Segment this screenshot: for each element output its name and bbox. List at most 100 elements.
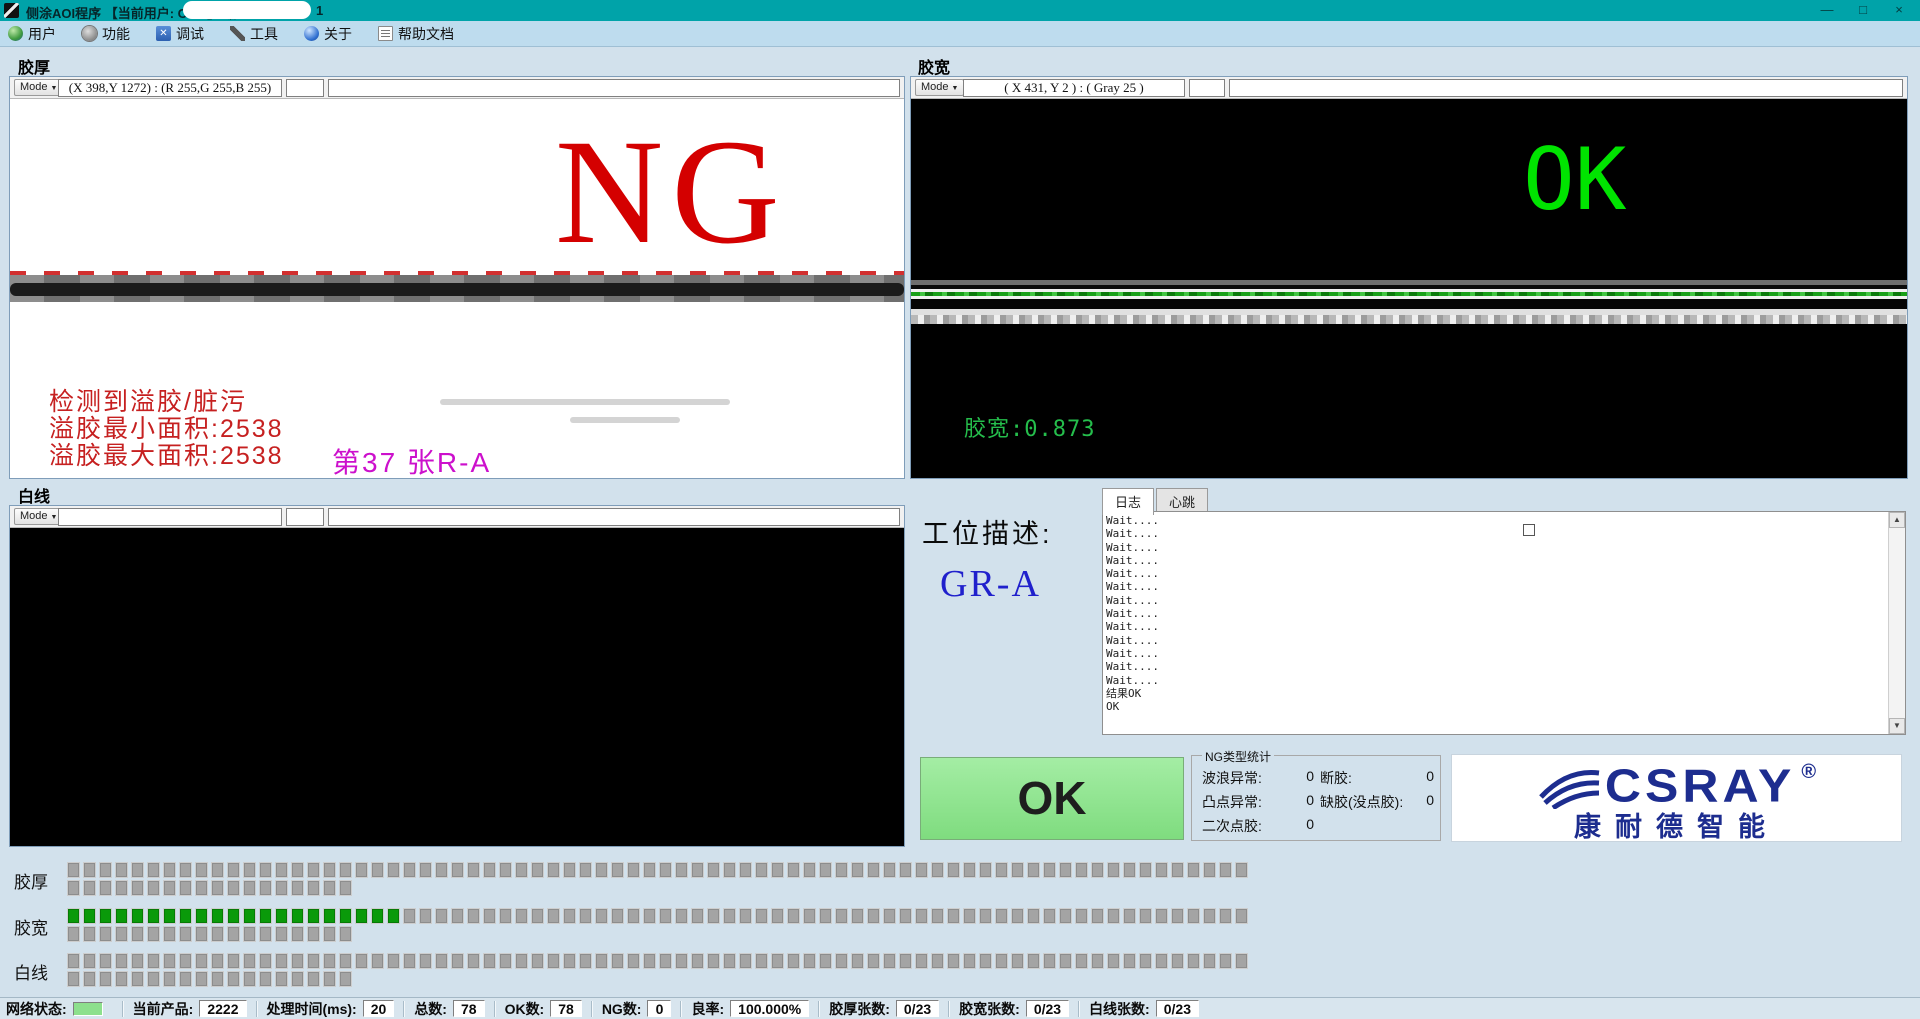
progress-cell bbox=[83, 953, 96, 969]
progress-cell bbox=[835, 862, 848, 878]
progress-cell bbox=[899, 908, 912, 924]
progress-cell bbox=[227, 971, 240, 987]
close-button[interactable]: × bbox=[1882, 0, 1916, 21]
menu-item-about[interactable]: 关于 bbox=[304, 24, 352, 44]
progress-cell bbox=[147, 926, 160, 942]
progress-cell bbox=[195, 908, 208, 924]
ng-stat-row: 缺胶(没点胶):0 bbox=[1320, 792, 1434, 812]
ng-stat-value: 0 bbox=[1426, 768, 1434, 788]
progress-cell bbox=[1091, 862, 1104, 878]
menu-item-user[interactable]: 用户 bbox=[8, 24, 56, 44]
progress-cell bbox=[83, 880, 96, 896]
progress-cell bbox=[1091, 953, 1104, 969]
detect-text-line: 溢胶最小面积:2538 bbox=[49, 416, 284, 443]
registered-trademark-icon: ® bbox=[1801, 761, 1816, 784]
log-entry: Wait.... bbox=[1106, 634, 1885, 647]
progress-cell bbox=[1107, 908, 1120, 924]
log-scrollbar[interactable]: ▲ ▼ bbox=[1888, 512, 1905, 734]
progress-cell bbox=[1171, 862, 1184, 878]
progress-cell bbox=[243, 908, 256, 924]
progress-cell bbox=[419, 862, 432, 878]
station-description-value: GR-A bbox=[940, 562, 1041, 606]
progress-cell bbox=[867, 953, 880, 969]
progress-cell bbox=[163, 880, 176, 896]
progress-cell bbox=[1043, 953, 1056, 969]
progress-cell bbox=[83, 926, 96, 942]
progress-cell bbox=[739, 908, 752, 924]
progress-cell bbox=[195, 862, 208, 878]
progress-cell bbox=[387, 953, 400, 969]
menu-items: 用户 功能 调试 工具 关于 帮助文档 bbox=[8, 24, 454, 44]
progress-cell bbox=[915, 908, 928, 924]
progress-cell bbox=[323, 971, 336, 987]
progress-cell bbox=[339, 953, 352, 969]
progress-cell bbox=[947, 953, 960, 969]
progress-group-label-jiaokuan: 胶宽 bbox=[14, 914, 48, 939]
log-entry: OK bbox=[1106, 700, 1885, 713]
minimize-button[interactable]: — bbox=[1810, 0, 1844, 21]
progress-cell bbox=[275, 908, 288, 924]
progress-cell bbox=[403, 908, 416, 924]
window-title-tail: 1 bbox=[316, 3, 323, 18]
mode-dropdown[interactable]: Mode▼ bbox=[14, 508, 63, 525]
menu-item-label: 帮助文档 bbox=[398, 24, 454, 44]
network-status-label: 网络状态: bbox=[6, 999, 67, 1019]
progress-cell bbox=[403, 953, 416, 969]
progress-cell bbox=[435, 953, 448, 969]
progress-cell bbox=[851, 908, 864, 924]
progress-cell bbox=[99, 862, 112, 878]
progress-cell bbox=[563, 862, 576, 878]
progress-cell bbox=[99, 908, 112, 924]
progress-cell bbox=[275, 926, 288, 942]
progress-cell bbox=[211, 908, 224, 924]
progress-cell bbox=[1187, 862, 1200, 878]
scroll-up-icon[interactable]: ▲ bbox=[1889, 512, 1905, 528]
status-field-label: OK数: bbox=[505, 999, 545, 1019]
result-ok-button[interactable]: OK bbox=[920, 757, 1184, 840]
progress-cell bbox=[691, 953, 704, 969]
progress-cell bbox=[691, 908, 704, 924]
progress-cell bbox=[595, 953, 608, 969]
progress-cell bbox=[1123, 862, 1136, 878]
progress-cell bbox=[387, 908, 400, 924]
log-checkbox[interactable] bbox=[1523, 524, 1535, 536]
pixel-coordinate-readout bbox=[58, 508, 282, 526]
progress-cell bbox=[67, 862, 80, 878]
glue-width-measurement: 胶宽:0.873 bbox=[964, 411, 1095, 443]
menu-item-tools[interactable]: 工具 bbox=[230, 24, 278, 44]
progress-cell bbox=[131, 862, 144, 878]
menu-item-function[interactable]: 功能 bbox=[82, 24, 130, 44]
wide-readout-box bbox=[328, 79, 900, 97]
progress-cell bbox=[1011, 908, 1024, 924]
status-field-yield: 良率:100.000% bbox=[691, 999, 809, 1019]
progress-cell bbox=[115, 971, 128, 987]
menu-item-debug[interactable]: 调试 bbox=[156, 24, 204, 44]
menu-item-help[interactable]: 帮助文档 bbox=[378, 24, 454, 44]
progress-row-jiaokuan-2 bbox=[67, 926, 355, 947]
progress-cell bbox=[67, 971, 80, 987]
progress-cell bbox=[547, 908, 560, 924]
progress-cell bbox=[259, 908, 272, 924]
progress-cell bbox=[211, 880, 224, 896]
status-field-value: 0/23 bbox=[896, 1000, 939, 1017]
log-entry: Wait.... bbox=[1106, 554, 1885, 567]
progress-cell bbox=[451, 862, 464, 878]
status-field-total-count: 总数:78 bbox=[414, 999, 484, 1019]
progress-cell bbox=[515, 953, 528, 969]
progress-cell bbox=[259, 926, 272, 942]
progress-cell bbox=[627, 908, 640, 924]
progress-cell bbox=[387, 862, 400, 878]
mode-dropdown[interactable]: Mode▼ bbox=[915, 79, 964, 96]
network-status-indicator bbox=[73, 1002, 103, 1016]
tab-日志[interactable]: 日志 bbox=[1102, 488, 1154, 515]
green-edge-trace bbox=[911, 292, 1907, 296]
progress-cell bbox=[755, 908, 768, 924]
mode-dropdown[interactable]: Mode▼ bbox=[14, 79, 63, 96]
maximize-button[interactable]: □ bbox=[1846, 0, 1880, 21]
progress-cell bbox=[995, 908, 1008, 924]
small-readout-box bbox=[1189, 79, 1225, 97]
progress-cell bbox=[227, 953, 240, 969]
progress-cell bbox=[275, 953, 288, 969]
status-separator bbox=[680, 1001, 682, 1017]
scroll-down-icon[interactable]: ▼ bbox=[1889, 718, 1905, 734]
